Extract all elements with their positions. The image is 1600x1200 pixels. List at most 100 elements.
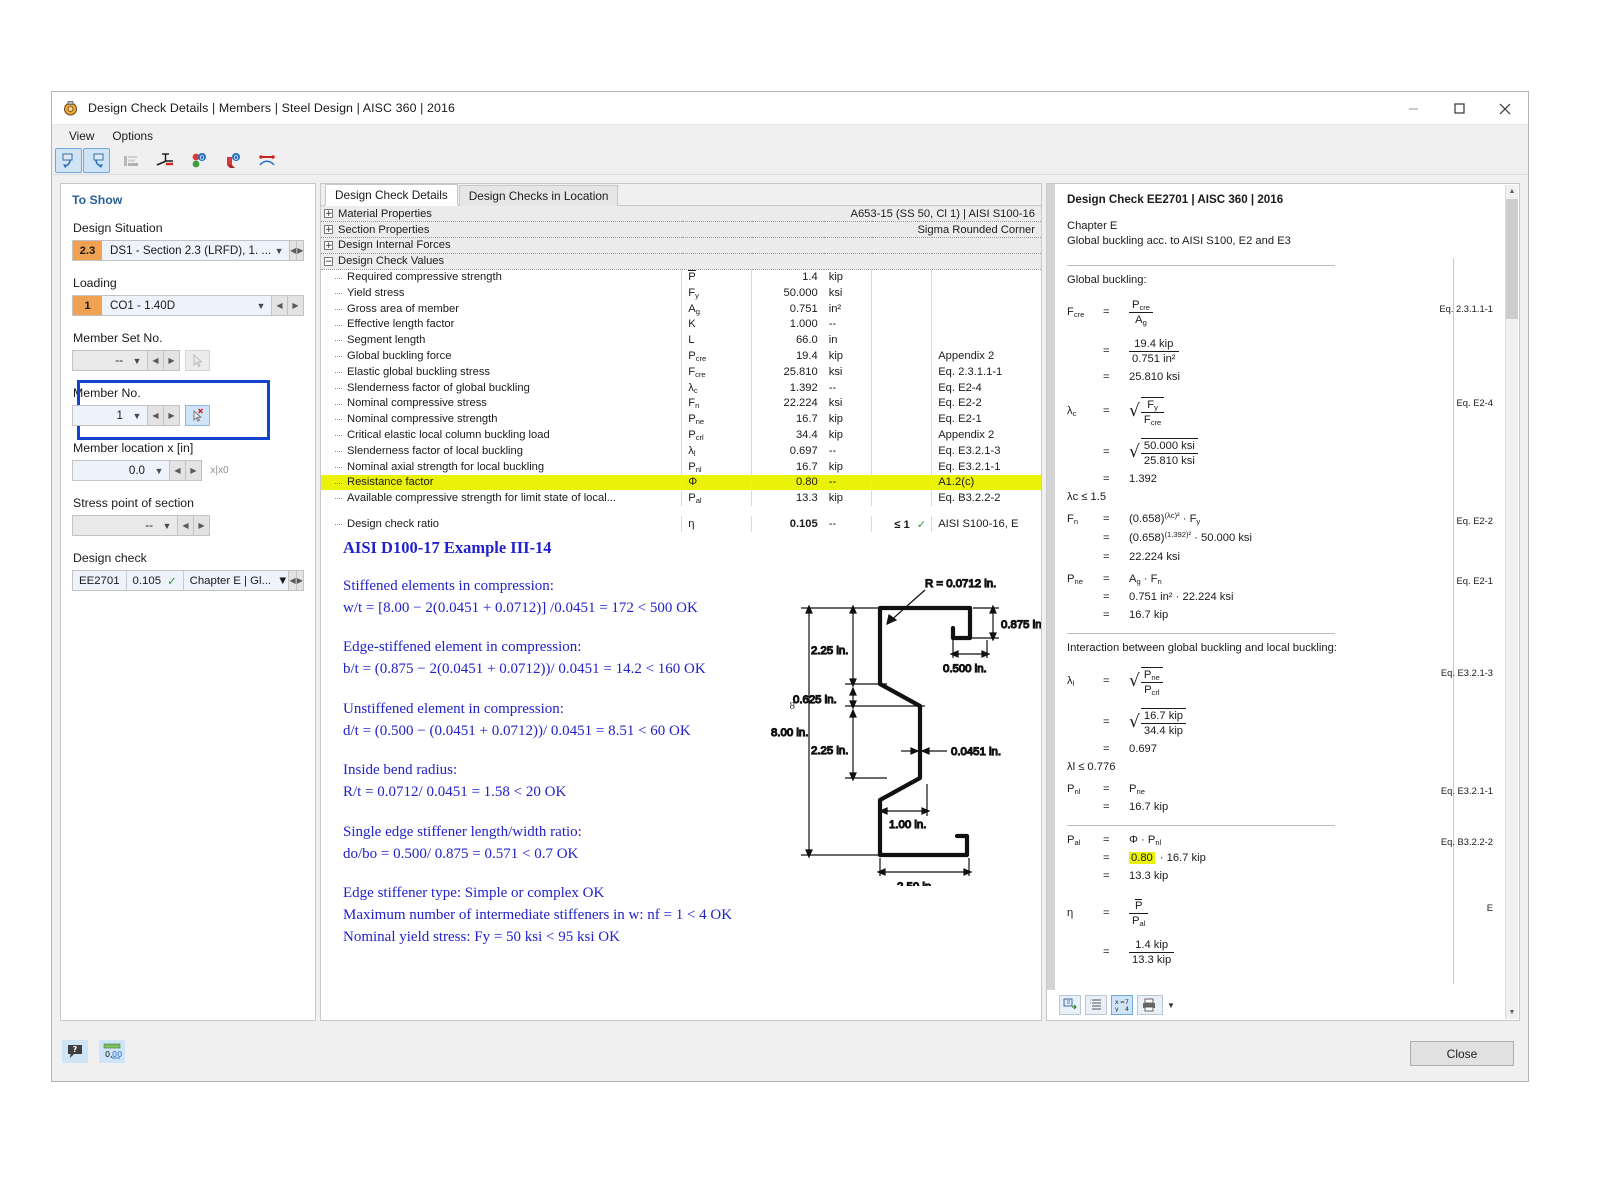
row-unit: in <box>824 332 872 348</box>
row-label: Elastic global buckling stress <box>321 364 682 380</box>
next-navigation-icon[interactable] <box>83 148 110 173</box>
member-set-no-prev-button[interactable]: ◀ <box>148 350 164 371</box>
units-decimal-icon[interactable]: 0, 00 <box>99 1040 125 1063</box>
minimize-button[interactable] <box>1390 92 1436 125</box>
formula-panel-toolbar: x = 7 y 4 ▼ <box>1055 992 1175 1018</box>
table-list-icon[interactable] <box>117 148 144 173</box>
formula-lambda-l: λl = √ Pne Pcrl <box>1067 661 1499 701</box>
menubar: View Options <box>52 125 1528 147</box>
design-check-next-button[interactable]: ▶ <box>297 570 304 591</box>
design-check-row: EE2701 0.105 ✓ Chapter E | Gl... ▼ ◀ ▶ <box>72 570 304 591</box>
close-button[interactable]: Close <box>1410 1041 1514 1066</box>
row-unit: kip <box>824 427 872 443</box>
previous-navigation-icon[interactable] <box>55 148 82 173</box>
member-no-prev-button[interactable]: ◀ <box>148 405 164 426</box>
design-check-prev-button[interactable]: ◀ <box>289 570 296 591</box>
group-row-material-properties[interactable]: +Material Properties A653-15 (SS 50, Cl … <box>321 206 1041 222</box>
expand-toggle-icon[interactable]: + <box>324 241 333 250</box>
table-row[interactable]: Slenderness factor of global buckling λc… <box>321 380 1041 396</box>
maximize-button[interactable] <box>1436 92 1482 125</box>
table-row[interactable]: Yield stress Fy 50.000 ksi <box>321 285 1041 301</box>
group-label: Design Check Values <box>338 255 444 267</box>
relative-location-toggle-icon[interactable]: x|x0 <box>207 460 232 481</box>
section-axis-icon[interactable] <box>151 148 178 173</box>
design-situation-select[interactable]: 2.3 DS1 - Section 2.3 (LRFD), 1. ... ▼ <box>72 240 290 261</box>
svg-text:R = 0.0712 in.: R = 0.0712 in. <box>925 578 996 590</box>
table-row[interactable]: Nominal compressive stress Fn 22.224 ksi… <box>321 396 1041 412</box>
row-unit: ksi <box>824 396 872 412</box>
table-row-highlighted[interactable]: Resistance factor Φ 0.80 -- A1.2(c) <box>321 475 1041 491</box>
scroll-up-icon[interactable]: ▲ <box>1506 185 1518 198</box>
table-row[interactable]: Segment length L 66.0 in <box>321 332 1041 348</box>
member-no-select[interactable]: 1 ▼ <box>72 405 148 426</box>
member-no-next-button[interactable]: ▶ <box>164 405 180 426</box>
print-icon[interactable] <box>1137 995 1163 1015</box>
stress-point-prev-button[interactable]: ◀ <box>178 515 194 536</box>
expand-toggle-icon[interactable]: + <box>324 209 333 218</box>
member-set-no-next-button[interactable]: ▶ <box>164 350 180 371</box>
expand-toggle-icon[interactable]: + <box>324 225 333 234</box>
table-row[interactable]: Available compressive strength for limit… <box>321 490 1041 506</box>
member-values-icon[interactable]: 0 <box>219 148 246 173</box>
table-row[interactable]: Effective length factor K 1.000 -- <box>321 317 1041 333</box>
member-location-next-button[interactable]: ▶ <box>186 460 202 481</box>
formula-toggle-icon[interactable]: x = 7 y 4 <box>1111 995 1133 1015</box>
export-report-icon[interactable] <box>1059 995 1081 1015</box>
stress-point-next-button[interactable]: ▶ <box>194 515 210 536</box>
loading-prev-button[interactable]: ◀ <box>272 295 288 316</box>
table-row[interactable]: Nominal axial strength for local bucklin… <box>321 459 1041 475</box>
group-row-design-check-values[interactable]: −Design Check Values <box>321 253 1041 269</box>
design-situation-badge: 2.3 <box>73 241 102 260</box>
table-row[interactable]: Elastic global buckling stress Fcre 25.8… <box>321 364 1041 380</box>
row-value: 0.697 <box>752 443 824 459</box>
help-balloon-icon[interactable]: ? <box>62 1040 88 1063</box>
close-window-button[interactable] <box>1482 92 1528 125</box>
scroll-down-icon[interactable]: ▼ <box>1506 1006 1518 1019</box>
tab-design-check-details[interactable]: Design Check Details <box>325 184 458 206</box>
design-check-ratio-row[interactable]: Design check ratio η 0.105 -- ≤ 1 ✓ AISI… <box>321 516 1041 532</box>
design-situation-next-button[interactable]: ▶ <box>297 240 304 261</box>
row-unit: kip <box>824 269 872 285</box>
table-row[interactable]: Gross area of member Ag 0.751 in² <box>321 301 1041 317</box>
member-set-pick-icon[interactable] <box>185 350 210 371</box>
collapse-toggle-icon[interactable]: − <box>324 257 333 266</box>
loading-next-button[interactable]: ▶ <box>288 295 304 316</box>
result-values-icon[interactable]: 0 <box>185 148 212 173</box>
chevron-down-icon: ▼ <box>129 356 145 366</box>
diagram-curve-icon[interactable] <box>253 148 280 173</box>
formula-divider-1 <box>1067 265 1335 266</box>
table-row[interactable]: Global buckling force Pcre 19.4 kip Appe… <box>321 348 1041 364</box>
relative-location-label: x|x0 <box>210 465 228 476</box>
table-row[interactable]: Critical elastic local column buckling l… <box>321 427 1041 443</box>
svg-text:0.875 in.: 0.875 in. <box>1001 619 1041 631</box>
row-value: 1.392 <box>752 380 824 396</box>
svg-text:0: 0 <box>199 154 203 162</box>
list-view-icon[interactable] <box>1085 995 1107 1015</box>
menu-options[interactable]: Options <box>103 127 162 145</box>
design-check-select[interactable]: EE2701 0.105 ✓ Chapter E | Gl... ▼ <box>72 570 289 591</box>
group-row-section-properties[interactable]: +Section Properties Sigma Rounded Corner <box>321 222 1041 238</box>
member-set-no-row: -- ▼ ◀ ▶ <box>72 350 210 371</box>
row-unit: kip <box>824 411 872 427</box>
table-row[interactable]: Required compressive strength P 1.4 kip <box>321 269 1041 285</box>
tab-design-checks-in-location[interactable]: Design Checks in Location <box>459 185 619 206</box>
member-location-label: Member location x [in] <box>73 441 304 455</box>
pal-result: 13.3 kip <box>1129 870 1168 882</box>
table-row[interactable]: Nominal compressive strength Pne 16.7 ki… <box>321 411 1041 427</box>
row-label: Slenderness factor of local buckling <box>321 443 682 459</box>
member-location-prev-button[interactable]: ◀ <box>170 460 186 481</box>
formula-fcre-values: = 19.4 kip 0.751 in² <box>1067 334 1499 368</box>
menu-view[interactable]: View <box>60 127 103 145</box>
row-symbol: P <box>682 269 752 285</box>
loading-select[interactable]: 1 CO1 - 1.40D ▼ <box>72 295 272 316</box>
scrollbar-thumb[interactable] <box>1506 199 1518 319</box>
print-dropdown-icon[interactable]: ▼ <box>1167 1001 1175 1010</box>
member-set-no-select[interactable]: -- ▼ <box>72 350 148 371</box>
design-situation-prev-button[interactable]: ◀ <box>290 240 297 261</box>
member-no-pick-icon[interactable] <box>185 405 210 426</box>
stress-point-select[interactable]: -- ▼ <box>72 515 178 536</box>
table-row[interactable]: Slenderness factor of local buckling λl … <box>321 443 1041 459</box>
formula-panel-scrollbar[interactable]: ▲ ▼ <box>1505 185 1518 1019</box>
group-row-design-internal-forces[interactable]: +Design Internal Forces <box>321 238 1041 254</box>
member-location-select[interactable]: 0.0 ▼ <box>72 460 170 481</box>
